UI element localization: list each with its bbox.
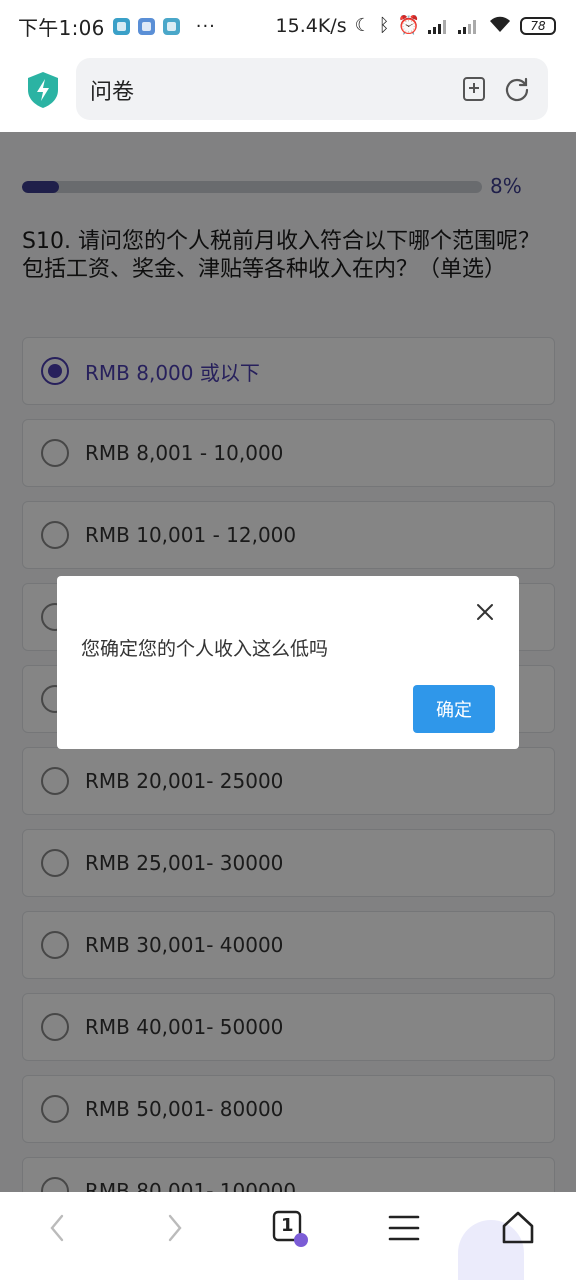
status-left: 下午1:06 ··· [18,12,216,41]
home-icon[interactable] [498,1208,538,1248]
back-icon[interactable] [38,1208,78,1248]
wifi-icon [488,15,512,37]
notification-app-icon [162,17,180,35]
bluetooth-icon: ᛒ [378,15,390,36]
menu-icon[interactable] [384,1208,424,1248]
bookmark-add-icon[interactable] [462,76,486,102]
signal-icon [458,18,480,34]
notification-app-icon [137,17,155,35]
alarm-icon: ⏰ [397,15,420,36]
status-right: 15.4K/s ☾ ᛒ ⏰ 78 [276,15,556,37]
notification-app-icon [112,17,130,35]
shield-icon[interactable] [26,71,60,109]
reload-icon[interactable] [504,76,530,102]
status-time: 下午1:06 [18,15,105,40]
dialog-message: 您确定您的个人收入这么低吗 [81,638,329,660]
battery-icon: 78 [520,17,556,35]
forward-icon[interactable] [154,1208,194,1248]
tabs-button[interactable]: 1 [270,1208,310,1248]
confirm-dialog: 您确定您的个人收入这么低吗 确定 [57,576,519,749]
tab-count: 1 [281,1215,294,1236]
close-icon[interactable] [475,602,495,622]
more-notifications-icon: ··· [195,15,216,37]
confirm-button[interactable]: 确定 [413,685,495,733]
browser-toolbar: 问卷 [0,52,576,132]
status-bar: 下午1:06 ··· 15.4K/s ☾ ᛒ ⏰ 78 [0,0,576,52]
page-title: 问卷 [90,80,135,105]
network-speed: 15.4K/s [275,15,347,37]
address-bar[interactable]: 问卷 [76,58,548,120]
browser-bottom-nav: 1 [0,1192,576,1280]
moon-icon: ☾ [354,15,371,36]
signal-icon [428,18,450,34]
